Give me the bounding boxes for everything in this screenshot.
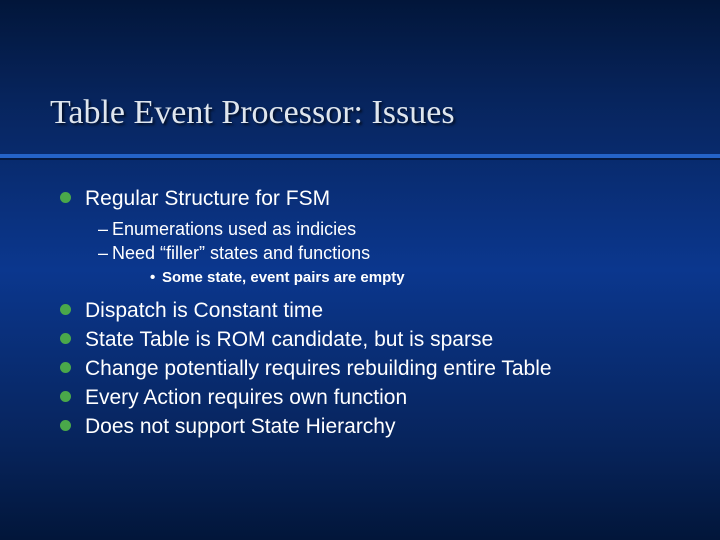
bullet-item: Dispatch is Constant time [60,298,680,324]
bullet-text: Does not support State Hierarchy [85,414,396,440]
bullet-icon [60,304,71,315]
subsubbullet-item: • Some state, event pairs are empty [60,268,680,288]
bullet-icon [60,192,71,203]
bullet-item: Does not support State Hierarchy [60,414,680,440]
subsubbullet-text: Some state, event pairs are empty [162,268,405,288]
dot-icon: • [150,268,162,288]
dash-icon: – [98,218,112,240]
subbullet-item: – Enumerations used as indicies [60,218,680,240]
slide-body: Regular Structure for FSM – Enumerations… [60,186,680,443]
subbullet-item: – Need “filler” states and functions [60,242,680,264]
slide-title: Table Event Processor: Issues [50,94,455,132]
bullet-item: Every Action requires own function [60,385,680,411]
subbullet-text: Enumerations used as indicies [112,218,356,240]
subbullet-text: Need “filler” states and functions [112,242,370,264]
bullet-icon [60,391,71,402]
bullet-icon [60,362,71,373]
title-underline [0,154,720,158]
bullet-item: Regular Structure for FSM [60,186,680,212]
bullet-icon [60,333,71,344]
slide: Table Event Processor: Issues Regular St… [0,0,720,540]
bullet-icon [60,420,71,431]
dash-icon: – [98,242,112,264]
bullet-text: Dispatch is Constant time [85,298,323,324]
bullet-text: Regular Structure for FSM [85,186,330,212]
bullet-text: Change potentially requires rebuilding e… [85,356,552,382]
bullet-item: Change potentially requires rebuilding e… [60,356,680,382]
bullet-item: State Table is ROM candidate, but is spa… [60,327,680,353]
bullet-text: Every Action requires own function [85,385,407,411]
bullet-text: State Table is ROM candidate, but is spa… [85,327,493,353]
